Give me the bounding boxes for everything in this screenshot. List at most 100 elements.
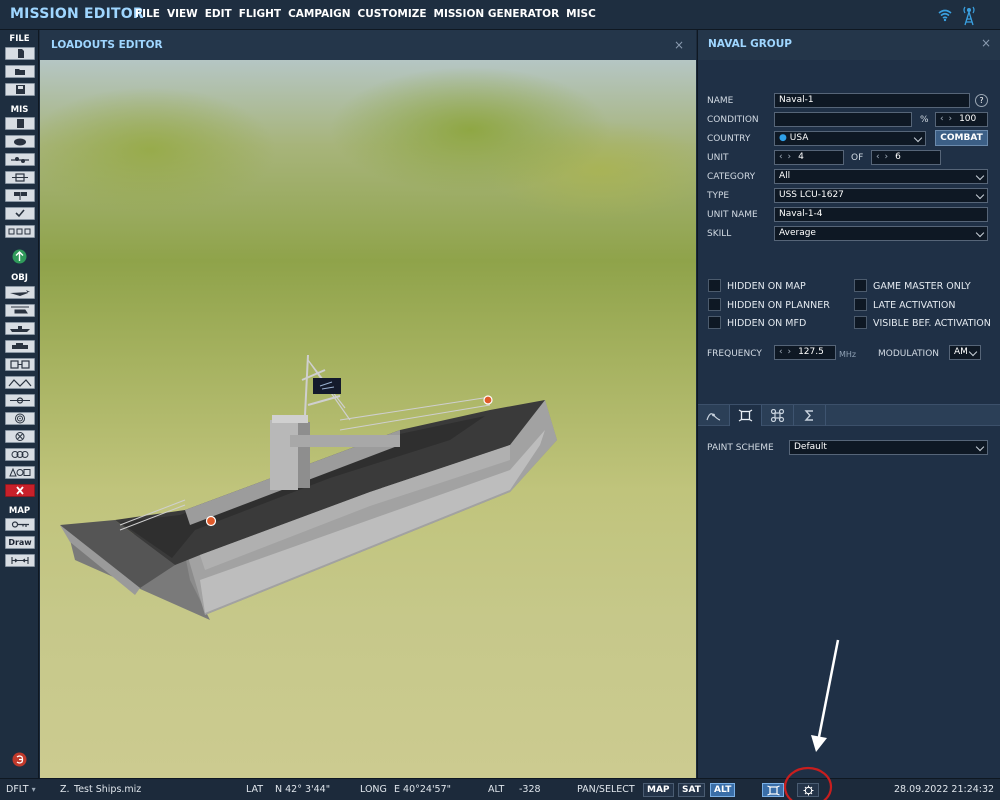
route-icon [706, 413, 721, 421]
frequency-stepper[interactable]: ‹ › 127.5 [774, 345, 836, 360]
trigger-button[interactable] [5, 153, 35, 166]
chevron-down-icon: ▾ [31, 785, 36, 794]
loadout-view-button[interactable] [762, 783, 784, 797]
hidden-on-planner-checkbox[interactable] [708, 298, 721, 311]
loadouts-editor-header: LOADOUTS EDITOR × [40, 30, 696, 60]
ruler-button[interactable] [5, 554, 35, 567]
condition-label: CONDITION [707, 115, 759, 125]
loadout-icon [738, 409, 753, 422]
open-file-button[interactable] [5, 65, 35, 78]
visible-before-activation-checkbox[interactable] [854, 316, 867, 329]
hidden-on-map-checkbox[interactable] [708, 279, 721, 292]
draw-button[interactable]: Draw [5, 536, 35, 549]
modulation-select[interactable]: AM [949, 345, 981, 360]
naval-group-body: NAME Naval-1 ? CONDITION % ‹ › 100 COUNTR… [698, 60, 1000, 778]
naval-close-button[interactable]: × [981, 36, 991, 50]
paint-scheme-select[interactable]: Default [789, 440, 988, 455]
modulation-label: MODULATION [878, 349, 940, 359]
add-plane-button[interactable] [5, 286, 35, 299]
country-dot-icon: ● [779, 133, 787, 143]
menu-flight[interactable]: FLIGHT [239, 8, 281, 20]
stepper-arrows-icon[interactable]: ‹ › [876, 152, 889, 162]
name-field[interactable]: Naval-1 [774, 93, 970, 108]
country-select[interactable]: ● USA [774, 131, 926, 146]
section-mis-label: MIS [10, 105, 29, 115]
fly-mission-icon[interactable] [12, 249, 27, 264]
tab-loadout[interactable] [730, 405, 762, 426]
add-route-button[interactable] [5, 376, 35, 389]
menu-edit[interactable]: EDIT [205, 8, 232, 20]
tab-command[interactable] [762, 405, 794, 426]
stepper-arrows-icon[interactable]: ‹ › [779, 347, 792, 357]
hidden-on-planner-label: HIDDEN ON PLANNER [727, 300, 830, 311]
stepper-arrows-icon[interactable]: ‹ › [779, 152, 792, 162]
help-icon[interactable]: ? [975, 94, 988, 107]
paint-scheme-label: PAINT SCHEME [707, 443, 774, 453]
briefing-button[interactable] [5, 117, 35, 130]
map-key-button[interactable] [5, 518, 35, 531]
add-shapes-button[interactable] [5, 466, 35, 479]
lat-label: LAT [246, 784, 264, 795]
sat-view-button[interactable]: SAT [678, 783, 705, 797]
save-file-button[interactable] [5, 83, 35, 96]
late-activation-checkbox[interactable] [854, 298, 867, 311]
menu-campaign[interactable]: CAMPAIGN [288, 8, 350, 20]
new-file-button[interactable] [5, 47, 35, 60]
add-vehicle-button[interactable] [5, 340, 35, 353]
game-master-only-checkbox[interactable] [854, 279, 867, 292]
check-button[interactable] [5, 207, 35, 220]
section-obj-label: OBJ [11, 273, 28, 283]
unit-name-field[interactable]: Naval-1-4 [774, 207, 988, 222]
stepper-arrows-icon[interactable]: ‹ › [940, 114, 953, 124]
zone-button[interactable] [5, 171, 35, 184]
add-waypoint-button[interactable] [5, 394, 35, 407]
delete-button[interactable] [5, 484, 35, 497]
alt-value: -328 [519, 784, 541, 795]
gear-icon [803, 785, 814, 796]
unit-stepper[interactable]: ‹ › 4 [774, 150, 844, 165]
menu-mission-generator[interactable]: MISSION GENERATOR [434, 8, 560, 20]
mission-prefix: Z. [60, 784, 70, 795]
condition-value-stepper[interactable]: ‹ › 100 [935, 112, 988, 127]
naval-group-title: NAVAL GROUP [708, 38, 792, 50]
ship-model-preview [60, 354, 557, 620]
section-file-label: FILE [9, 34, 30, 44]
app-title: MISSION EDITOR [10, 6, 144, 22]
alt-view-button[interactable]: ALT [710, 783, 736, 797]
skill-select[interactable]: Average [774, 226, 988, 241]
loadouts-close-button[interactable]: × [674, 38, 684, 52]
add-target-button[interactable] [5, 412, 35, 425]
add-airdrop-button[interactable] [5, 430, 35, 443]
category-select[interactable]: All [774, 169, 988, 184]
add-ship-button[interactable] [5, 322, 35, 335]
menu-file[interactable]: FILE [135, 8, 160, 20]
condition-field[interactable] [774, 112, 912, 127]
combat-button[interactable]: COMBAT [935, 130, 988, 146]
3d-model-viewport[interactable] [40, 60, 696, 778]
add-helicopter-button[interactable] [5, 304, 35, 317]
menu-customize[interactable]: CUSTOMIZE [358, 8, 427, 20]
unit-of-label: OF [851, 153, 864, 163]
unit-name-label: UNIT NAME [707, 210, 758, 220]
antenna-icon[interactable] [962, 6, 976, 26]
type-select[interactable]: USS LCU-1627 [774, 188, 988, 203]
menu-misc[interactable]: MISC [566, 8, 596, 20]
weather-button[interactable] [5, 135, 35, 148]
unit-count-stepper[interactable]: ‹ › 6 [871, 150, 941, 165]
menu-view[interactable]: VIEW [167, 8, 198, 20]
add-static-button[interactable] [5, 358, 35, 371]
hidden-on-mfd-checkbox[interactable] [708, 316, 721, 329]
logout-icon[interactable] [12, 752, 27, 767]
tab-summary[interactable] [794, 405, 826, 426]
command-icon [770, 409, 785, 422]
map-view-button[interactable]: MAP [643, 783, 674, 797]
country-label: COUNTRY [707, 134, 751, 144]
profile-select[interactable]: DFLT ▾ [6, 784, 36, 795]
flag-button[interactable] [5, 189, 35, 202]
tab-route[interactable] [698, 405, 730, 426]
gear-settings-button[interactable] [797, 783, 819, 797]
naval-group-panel: NAVAL GROUP × NAME Naval-1 ? CONDITION %… [697, 30, 1000, 778]
skill-label: SKILL [707, 229, 732, 239]
add-group-button[interactable] [5, 448, 35, 461]
options-button[interactable] [5, 225, 35, 238]
